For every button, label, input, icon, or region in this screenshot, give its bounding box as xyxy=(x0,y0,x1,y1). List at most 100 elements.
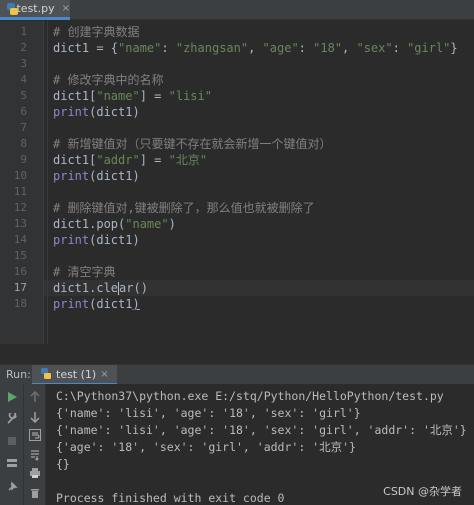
line-number: 3 xyxy=(20,57,27,70)
code-line[interactable]: print(dict1) xyxy=(53,296,140,312)
code-line[interactable]: print(dict1) xyxy=(53,232,140,248)
code-line[interactable]: # 创建字典数据 xyxy=(53,24,139,40)
arrow-down-icon[interactable] xyxy=(26,408,44,426)
python-file-icon xyxy=(6,2,18,15)
code-line[interactable]: # 修改字典中的名称 xyxy=(53,72,163,88)
print-icon[interactable] xyxy=(26,464,44,482)
code-token: "age" xyxy=(262,41,299,55)
code-line[interactable]: dict1.pop("name") xyxy=(53,216,176,232)
wrench-icon[interactable] xyxy=(3,410,21,428)
code-token: : xyxy=(392,41,408,55)
code-line[interactable]: # 删除键值对,键被删除了，那么值也就被删除了 xyxy=(53,200,315,216)
code-token: "zhangsan" xyxy=(175,41,249,55)
python-run-icon xyxy=(41,368,51,379)
run-console[interactable]: C:\Python37\python.exe E:/stq/Python/Hel… xyxy=(0,384,474,505)
code-token: ] = xyxy=(139,89,169,103)
code-token: "lisi" xyxy=(168,89,212,103)
close-icon[interactable]: × xyxy=(100,369,108,380)
code-line[interactable]: print(dict1) xyxy=(53,104,140,120)
run-toolbar-primary xyxy=(0,384,24,505)
code-line[interactable]: print(dict1) xyxy=(53,168,140,184)
code-token: "name" xyxy=(125,217,169,231)
code-token: # 删除键值对,键被删除了，那么值也就被删除了 xyxy=(53,201,315,215)
code-token: dict1 = { xyxy=(53,41,119,55)
console-line: C:\Python37\python.exe E:/stq/Python/Hel… xyxy=(56,389,444,403)
code-line[interactable]: dict1.clear() xyxy=(53,280,148,296)
console-line: {'age': '18', 'sex': 'girl', 'addr': '北京… xyxy=(56,440,356,454)
code-token: dict1[ xyxy=(53,89,97,103)
code-token: "18" xyxy=(313,41,343,55)
line-number: 5 xyxy=(20,89,27,102)
close-icon[interactable]: × xyxy=(62,3,70,14)
code-token: ar() xyxy=(119,281,148,295)
layout-icon[interactable] xyxy=(3,454,21,472)
code-token: # 修改字典中的名称 xyxy=(53,73,164,87)
line-number-gutter: 1 2 3 4 5 6 7 8 9 10 11 12 13 14 15 16 17 18 xyxy=(0,21,44,344)
run-toolbar-secondary xyxy=(24,384,46,505)
code-editor[interactable]: 1 2 3 4 5 6 7 8 9 10 11 12 13 14 15 16 17 18 # 创建字典数据 dict… xyxy=(0,21,474,344)
console-line: Process finished with exit code 0 xyxy=(56,491,285,505)
editor-tab-bar: test.py × xyxy=(0,0,474,20)
code-token: # 清空字典 xyxy=(53,265,116,279)
line-number: 4 xyxy=(20,73,27,86)
soft-wrap-icon[interactable] xyxy=(26,426,44,444)
line-number: 13 xyxy=(13,217,27,230)
code-token: dict1[ xyxy=(53,153,97,167)
line-number: 2 xyxy=(20,41,27,54)
code-token: : xyxy=(161,41,176,55)
code-token: "girl" xyxy=(407,41,451,55)
console-line: {'name': 'lisi', 'age': '18', 'sex': 'gi… xyxy=(56,423,467,437)
line-number: 11 xyxy=(13,185,27,198)
line-number: 12 xyxy=(13,201,27,214)
run-tab-label: test (1) xyxy=(56,367,97,381)
trash-icon[interactable] xyxy=(26,484,44,502)
code-token: (dict1) xyxy=(89,105,140,119)
stop-icon[interactable] xyxy=(3,432,21,450)
code-line[interactable]: # 清空字典 xyxy=(53,264,115,280)
code-token: # 创建字典数据 xyxy=(53,25,140,39)
arrow-up-icon[interactable] xyxy=(26,388,44,406)
code-line[interactable]: # 新增键值对（只要键不存在就会新增一个键值对） xyxy=(53,136,331,152)
code-token: ) xyxy=(168,217,176,231)
code-token: (dict1) xyxy=(89,169,140,183)
line-number: 6 xyxy=(20,105,27,118)
code-token: , xyxy=(248,41,263,55)
code-line[interactable]: dict1["name"] = "lisi" xyxy=(53,88,212,104)
code-token: (dict1) xyxy=(89,233,140,247)
line-number: 1 xyxy=(20,25,27,38)
rerun-icon[interactable] xyxy=(3,388,21,406)
code-token: ) xyxy=(132,297,140,311)
editor-tab-label: test.py xyxy=(16,2,55,15)
fold-guide xyxy=(47,21,48,344)
code-token: dict1.cle xyxy=(53,281,119,295)
editor-tab-test-py[interactable]: test.py × xyxy=(0,0,70,20)
code-token: : xyxy=(298,41,314,55)
code-line[interactable]: dict1 = {"name": "zhangsan", "age": "18"… xyxy=(53,40,458,56)
line-number: 15 xyxy=(13,249,27,262)
code-token: # 新增键值对（只要键不存在就会新增一个键值对） xyxy=(53,137,332,151)
run-label: Run: xyxy=(6,368,31,381)
pin-icon[interactable] xyxy=(3,478,21,496)
line-number: 9 xyxy=(20,153,27,166)
code-token: "addr" xyxy=(96,153,140,167)
line-number: 7 xyxy=(20,121,27,134)
code-token: ] = xyxy=(139,153,169,167)
code-token: } xyxy=(450,41,458,55)
code-token: print xyxy=(53,297,90,311)
line-number: 18 xyxy=(13,297,27,310)
code-token: print xyxy=(53,169,90,183)
code-token: (dict1 xyxy=(89,297,133,311)
run-tab-test[interactable]: test (1) × xyxy=(32,365,117,385)
line-number: 16 xyxy=(13,265,27,278)
code-line[interactable]: dict1["addr"] = "北京" xyxy=(53,152,207,168)
watermark: CSDN @杂学者 xyxy=(383,485,462,498)
console-line: {} xyxy=(56,457,70,471)
line-number: 17 xyxy=(13,281,27,294)
line-number: 10 xyxy=(13,169,27,182)
code-token: dict1.pop( xyxy=(53,217,126,231)
code-token: "sex" xyxy=(356,41,393,55)
line-number: 8 xyxy=(20,137,27,150)
run-panel-header: Run: test (1) × xyxy=(0,364,474,385)
console-line: {'name': 'lisi', 'age': '18', 'sex': 'gi… xyxy=(56,406,361,420)
scroll-to-end-icon[interactable] xyxy=(26,446,44,464)
